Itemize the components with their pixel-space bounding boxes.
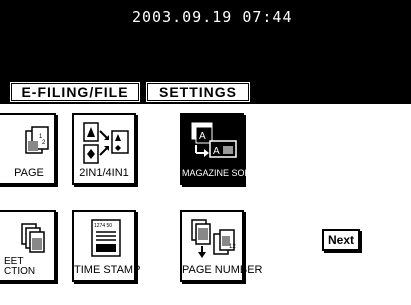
tab-e-filing-file[interactable]: E-FILING/FILE xyxy=(8,80,142,104)
2in1-4in1-button-label: 2IN1/4IN1 xyxy=(79,167,129,179)
status-bar: 2003.09.19 07:44 xyxy=(0,0,411,72)
tab-bar: E-FILING/FILE SETTINGS xyxy=(0,72,411,104)
tab-settings[interactable]: SETTINGS xyxy=(144,80,252,104)
time-stamp-button[interactable]: 1274 50 TIME STAMP xyxy=(72,210,141,282)
magazine-sort-icon: A A xyxy=(191,122,237,158)
page-split-icon: 1 2 xyxy=(25,126,49,154)
magazine-sort-button-label: MAGAZINE SORT xyxy=(182,168,257,178)
magazine-sort-button[interactable]: A A MAGAZINE SORT xyxy=(180,113,257,185)
page-number-icon-digits: 12 xyxy=(229,244,236,250)
svg-text:A: A xyxy=(199,131,206,142)
datetime-display: 2003.09.19 07:44 xyxy=(132,8,293,26)
page-number-icon: 12 xyxy=(191,219,236,258)
2in1-4in1-button[interactable]: 2IN1/4IN1 xyxy=(72,113,136,185)
next-button[interactable]: Next xyxy=(322,229,360,251)
page-button-label: PAGE xyxy=(14,167,44,179)
sheet-insertion-button[interactable]: EET CTION xyxy=(0,210,56,282)
page-number-button[interactable]: 12 PAGE NUMBER xyxy=(180,210,263,282)
time-stamp-button-label: TIME STAMP xyxy=(74,264,141,276)
page-number-button-label: PAGE NUMBER xyxy=(182,264,263,276)
time-stamp-icon-text: 1274 50 xyxy=(94,223,112,229)
svg-text:A: A xyxy=(213,146,220,157)
time-stamp-icon: 1274 50 xyxy=(91,219,121,257)
tab-divider xyxy=(0,102,411,104)
page-button[interactable]: 1 2 PAGE xyxy=(0,113,56,185)
sheet-insertion-button-label: EET CTION xyxy=(4,256,36,277)
combine-pages-icon xyxy=(83,122,129,164)
